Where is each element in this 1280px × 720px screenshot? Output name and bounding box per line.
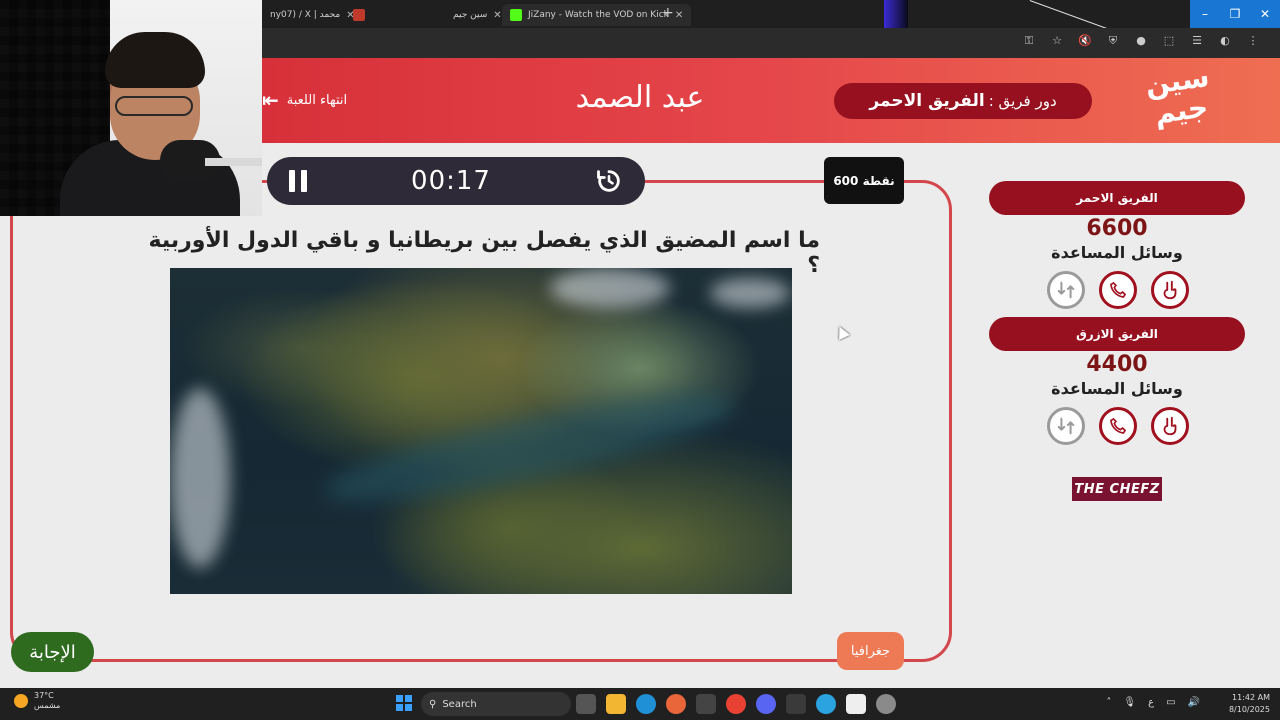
browser-toolbar-icons: ⚿ ☆ 🔇 ⛨ ● ⬚ ☰ ◐ ⋮: [1022, 34, 1260, 48]
tab-label: سين جيم: [453, 10, 488, 20]
show-answer-button[interactable]: الإجابة: [11, 632, 94, 672]
system-tray: ˄ 🎙 ع ▭ 🔊: [1106, 697, 1200, 708]
language-indicator[interactable]: ع: [1148, 697, 1154, 708]
browser-tab-seen-jeem[interactable]: سين جيم ✕: [445, 4, 510, 26]
team-blue-help-tools: [1047, 407, 1189, 445]
team-red-help-label: وسائل المساعدة: [1051, 243, 1183, 262]
restore-icon[interactable]: ❐: [1220, 0, 1250, 28]
category-badge: جغرافيا: [837, 632, 904, 670]
close-icon[interactable]: ✕: [675, 10, 683, 21]
settings-icon[interactable]: [876, 694, 896, 714]
minimize-icon[interactable]: –: [1190, 0, 1220, 28]
image-cloud: [170, 388, 230, 568]
clock-time: 11:42 AM: [1232, 693, 1270, 702]
sponsor-logo: THE CHEFZ: [1072, 477, 1162, 501]
new-tab-button[interactable]: +: [662, 5, 674, 21]
browser-tab-pinned[interactable]: [345, 4, 373, 26]
double-answer-icon[interactable]: [1151, 407, 1189, 445]
discord-icon[interactable]: [756, 694, 776, 714]
profile-icon[interactable]: ◐: [1218, 34, 1232, 48]
file-explorer-icon[interactable]: [606, 694, 626, 714]
timer-value: 00:17: [411, 166, 491, 196]
swap-question-icon[interactable]: [1047, 271, 1085, 309]
more-icon[interactable]: ⋮: [1246, 34, 1260, 48]
sponsor-text-chefz: CHEFZ: [1109, 481, 1160, 497]
microphone-arm: [205, 158, 262, 166]
telegram-icon[interactable]: [816, 694, 836, 714]
menu-icon[interactable]: ☰: [1190, 34, 1204, 48]
weather-widget[interactable]: 37°C مشمس: [14, 691, 60, 711]
image-channel-area: [318, 374, 742, 522]
weather-description: مشمس: [34, 701, 61, 710]
circle-icon[interactable]: ●: [1134, 34, 1148, 48]
question-image-satellite-map: [170, 268, 792, 594]
team-blue-score: 4400: [1086, 352, 1148, 377]
search-icon: ⚲: [429, 698, 437, 710]
swap-question-icon[interactable]: [1047, 407, 1085, 445]
sun-icon: [14, 694, 28, 708]
taskbar-apps: [576, 694, 896, 714]
extension-icon[interactable]: ⬚: [1162, 34, 1176, 48]
phone-call-icon[interactable]: [1099, 407, 1137, 445]
team-red-name: الفريق الاحمر: [989, 181, 1245, 215]
webcam-overlay: [0, 0, 262, 216]
shield-icon[interactable]: ⛨: [1106, 34, 1120, 48]
site-favicon-icon: [353, 9, 365, 21]
tab-label: JiZany - Watch the VOD on Kick: [528, 10, 669, 20]
key-icon[interactable]: ⚿: [1022, 34, 1036, 48]
tab-label: ny07) / X | محمد: [270, 10, 341, 20]
clock-date: 8/10/2025: [1228, 705, 1270, 714]
end-game-label: انتهاء اللعبة: [286, 92, 348, 108]
team-red-help-tools: [1047, 271, 1189, 309]
close-window-icon[interactable]: ✕: [1250, 0, 1280, 28]
team-red-score: 6600: [1086, 216, 1148, 241]
exit-arrow-icon: ⇤: [262, 88, 279, 112]
turn-prefix: دور فريق :: [988, 92, 1057, 110]
taskbar-clock[interactable]: 11:42 AM 8/10/2025: [1226, 692, 1270, 716]
chevron-up-icon[interactable]: ˄: [1106, 697, 1111, 708]
app-icon[interactable]: [696, 694, 716, 714]
reset-timer-icon[interactable]: [595, 167, 623, 195]
question-points-badge: 600 نقطة: [824, 157, 904, 204]
sponsor-text-the: THE: [1074, 481, 1105, 497]
double-answer-icon[interactable]: [1151, 271, 1189, 309]
seen-jeem-logo: سين جيم: [1136, 60, 1225, 141]
image-cloud: [710, 278, 790, 308]
timer-bar: 00:17: [267, 157, 645, 205]
phone-call-icon[interactable]: [1099, 271, 1137, 309]
search-label: Search: [442, 698, 477, 710]
volume-icon[interactable]: 🔊: [1188, 697, 1200, 708]
weather-temperature: 37°C: [34, 691, 54, 700]
firefox-icon[interactable]: [666, 694, 686, 714]
end-game-button[interactable]: ⇤ انتهاء اللعبة: [262, 88, 347, 112]
close-icon[interactable]: ✕: [493, 10, 501, 21]
streamer-glasses: [115, 96, 193, 116]
background-glow: [884, 0, 908, 30]
obs-icon[interactable]: [846, 694, 866, 714]
taskbar-search[interactable]: ⚲ Search: [421, 692, 571, 716]
chrome-icon[interactable]: [726, 694, 746, 714]
mute-icon[interactable]: 🔇: [1078, 34, 1092, 48]
team-turn-indicator: دور فريق : الفريق الاحمر: [834, 83, 1092, 119]
turn-team-name: الفريق الاحمر: [869, 91, 985, 111]
team-blue-help-label: وسائل المساعدة: [1051, 379, 1183, 398]
image-cloud: [550, 268, 670, 308]
app-icon[interactable]: [786, 694, 806, 714]
team-blue-name: الفريق الازرق: [989, 317, 1245, 351]
windows-start-icon[interactable]: [396, 695, 412, 711]
pause-icon[interactable]: [289, 170, 307, 192]
task-view-icon[interactable]: [576, 694, 596, 714]
bookmark-star-icon[interactable]: ☆: [1050, 34, 1064, 48]
game-header: [262, 58, 1280, 143]
player-name: عبد الصمد: [575, 80, 705, 115]
kick-favicon-icon: [510, 9, 522, 21]
network-icon[interactable]: ▭: [1166, 697, 1175, 708]
streamer-hair: [105, 32, 205, 88]
microphone-icon[interactable]: 🎙: [1123, 697, 1136, 708]
edge-icon[interactable]: [636, 694, 656, 714]
